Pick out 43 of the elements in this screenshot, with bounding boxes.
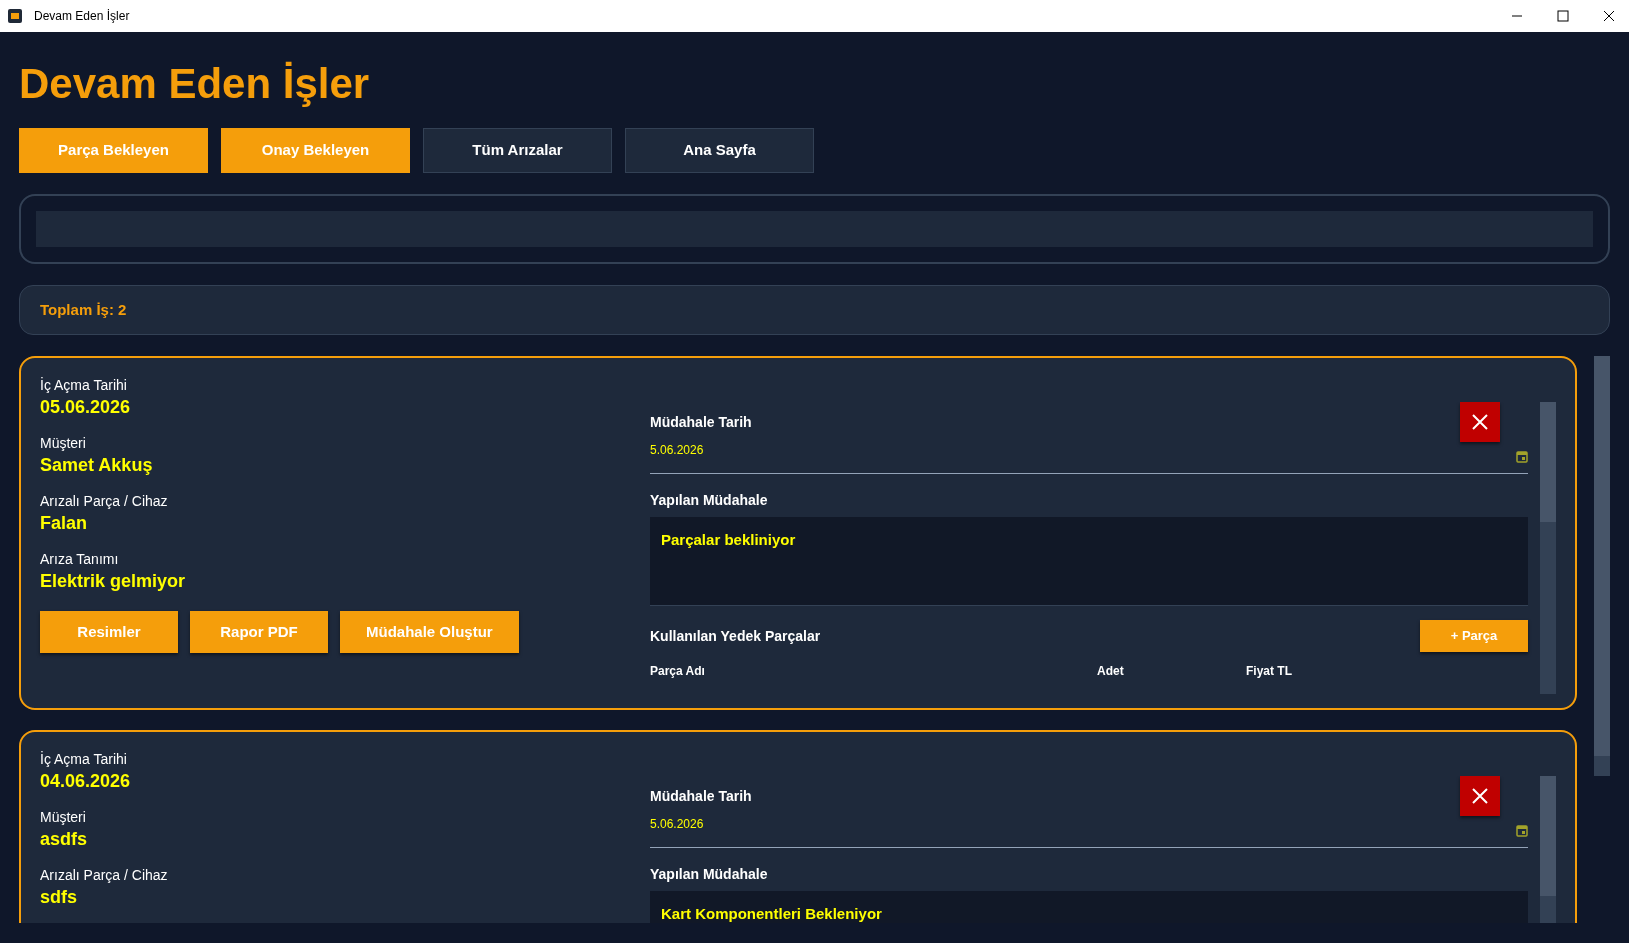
calendar-icon[interactable]	[1516, 824, 1528, 837]
field-label: İç Açma Tarihi	[40, 750, 128, 768]
field-label: Müdahale Tarih	[650, 787, 752, 806]
column-header: Adet	[1097, 663, 1125, 680]
field-value: asdfs	[40, 828, 89, 851]
field-label: Arızalı Parça / Cihaz	[40, 492, 169, 510]
close-icon[interactable]	[1603, 10, 1615, 22]
page-heading: Devam Eden İşler	[19, 59, 371, 109]
close-icon	[1471, 787, 1489, 805]
intervention-textarea[interactable]: Kart Komponentleri Bekleniyor	[650, 891, 1528, 923]
maximize-icon[interactable]	[1557, 10, 1569, 22]
field-value: 05.06.2026	[40, 396, 132, 419]
section-title: Kullanılan Yedek Parçalar	[650, 626, 821, 646]
date-field[interactable]: 5.06.2026	[650, 441, 752, 459]
field-value: Falan	[40, 512, 88, 535]
field-label: Arıza Tanımı	[40, 550, 120, 568]
app-icon	[8, 9, 22, 23]
scrollbar[interactable]	[1540, 776, 1556, 923]
field-label: Müdahale Tarih	[650, 413, 752, 432]
column-header: Fiyat TL	[1246, 663, 1293, 680]
field-label: İç Açma Tarihi	[40, 376, 128, 394]
nav-button[interactable]: Ana Sayfa	[625, 128, 814, 173]
field-value: sdfs	[40, 886, 78, 909]
close-icon	[1471, 413, 1489, 431]
field-label: Yapılan Müdahale	[650, 865, 769, 884]
close-button[interactable]	[1460, 776, 1500, 816]
window-title: Devam Eden İşler	[34, 8, 130, 25]
page-scrollbar[interactable]	[1594, 356, 1610, 776]
close-button[interactable]	[1460, 402, 1500, 442]
field-label: Müşteri	[40, 434, 87, 452]
calendar-icon[interactable]	[1516, 450, 1528, 463]
nav-button[interactable]: Tüm Arızalar	[423, 128, 612, 173]
field-value: 04.06.2026	[40, 770, 132, 793]
field-value: Elektrik gelmiyor	[40, 570, 187, 593]
intervention-textarea[interactable]: Parçalar bekliniyor	[650, 517, 1528, 606]
field-label: Yapılan Müdahale	[650, 491, 769, 510]
scrollbar[interactable]	[1540, 402, 1556, 694]
date-field[interactable]: 5.06.2026	[650, 815, 752, 833]
total-count: Toplam İş: 2	[40, 299, 127, 320]
field-label: Arızalı Parça / Cihaz	[40, 866, 169, 884]
column-header: Parça Adı	[650, 663, 706, 680]
field-label: Müşteri	[40, 808, 87, 826]
field-value: Samet Akkuş	[40, 454, 154, 477]
